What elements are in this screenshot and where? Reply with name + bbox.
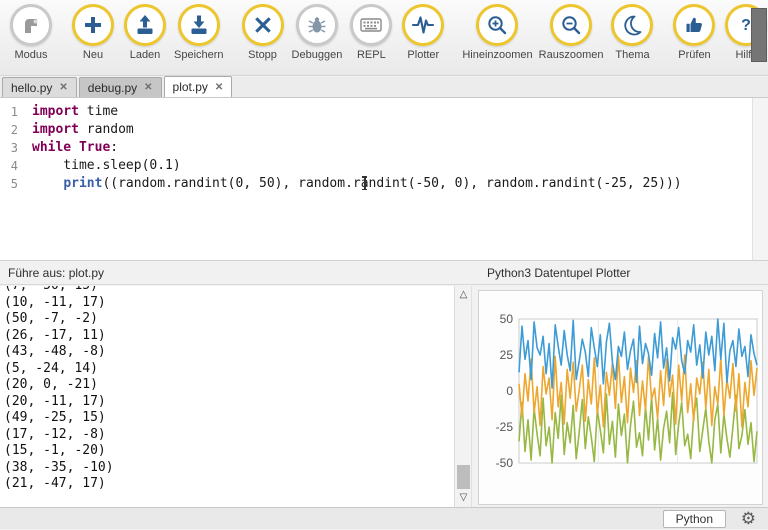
window-scrollbar-thumb[interactable]	[751, 8, 767, 62]
repl-button[interactable]: REPL	[345, 4, 397, 61]
plotter-icon	[402, 4, 444, 46]
svg-text:-50: -50	[496, 456, 514, 470]
mode-label: Modus	[14, 49, 47, 61]
tab-close-icon[interactable]: ✕	[215, 82, 223, 93]
save-file-button[interactable]: Speichern	[171, 4, 227, 61]
save-file-icon	[178, 4, 220, 46]
debug-button[interactable]: Debuggen	[289, 4, 346, 61]
zoom-in-button[interactable]: Hineinzoomen	[459, 4, 535, 61]
editor-line: 2import random	[0, 121, 752, 139]
output-line: (49, -25, 15)	[4, 410, 454, 427]
svg-text:0: 0	[506, 384, 513, 398]
output-line: (21, -47, 17)	[4, 476, 454, 493]
new-file-label: Neu	[83, 49, 103, 61]
open-file-button[interactable]: Laden	[119, 4, 171, 61]
editor-line: 1import time	[0, 103, 752, 121]
open-file-icon	[124, 4, 166, 46]
stop-label: Stopp	[248, 49, 277, 61]
interpreter-button[interactable]: Python	[663, 510, 726, 528]
line-number: 4	[0, 157, 32, 175]
editor-line: 4 time.sleep(0.1)	[0, 157, 752, 175]
shell-scrollbar[interactable]: △ ▽	[455, 286, 472, 507]
open-file-label: Laden	[130, 49, 161, 61]
editor-scrollbar[interactable]	[752, 98, 768, 260]
tab-plot-py[interactable]: plot.py ✕	[164, 76, 233, 97]
zoom-out-button[interactable]: Rauszoomen	[536, 4, 607, 61]
zoom-out-label: Rauszoomen	[539, 49, 604, 61]
repl-keyboard-icon	[350, 4, 392, 46]
debug-label: Debuggen	[292, 49, 343, 61]
theme-label: Thema	[615, 49, 649, 61]
line-number: 2	[0, 121, 32, 139]
scroll-down-icon[interactable]: ▽	[455, 491, 472, 505]
toolbar: Modus Neu Laden Speichern	[0, 0, 768, 76]
repl-label: REPL	[357, 49, 386, 61]
tab-label: plot.py	[173, 80, 208, 94]
output-line: (38, -35, -10)	[4, 460, 454, 477]
editor-line: 3while True:	[0, 139, 752, 157]
svg-text:25: 25	[500, 348, 514, 362]
check-button[interactable]: Prüfen	[668, 4, 720, 61]
editor-line: 5 print((random.randint(0, 50), random.r…	[0, 175, 752, 193]
output-line: (15, -1, -20)	[4, 443, 454, 460]
output-line: (26, -17, 11)	[4, 328, 454, 345]
line-number: 5	[0, 175, 32, 193]
theme-button[interactable]: Thema	[606, 4, 658, 61]
plotter-chart: 50 25 0 -25 -50	[479, 291, 762, 504]
plotter-label: Plotter	[407, 49, 439, 61]
svg-text:-25: -25	[496, 420, 514, 434]
svg-text:50: 50	[500, 312, 514, 326]
shell-header: Führe aus: plot.py	[8, 266, 104, 280]
output-line: (50, -7, -2)	[4, 311, 454, 328]
new-file-icon	[72, 4, 114, 46]
statusbar: Python ⚙	[0, 507, 768, 529]
shell-output[interactable]: (7, -50, 15)(10, -11, 17)(50, -7, -2)(26…	[0, 286, 455, 507]
line-number: 3	[0, 139, 32, 157]
tab-close-icon[interactable]: ✕	[59, 82, 67, 93]
output-line: (7, -50, 15)	[4, 286, 454, 295]
tab-debug-py[interactable]: debug.py ✕	[79, 77, 162, 97]
thumbs-up-icon	[673, 4, 715, 46]
theme-moon-icon	[611, 4, 653, 46]
zoom-in-label: Hineinzoomen	[462, 49, 532, 61]
output-line: (10, -11, 17)	[4, 295, 454, 312]
output-line: (20, -11, 17)	[4, 394, 454, 411]
stop-button[interactable]: Stopp	[237, 4, 289, 61]
tab-label: hello.py	[11, 81, 52, 95]
tab-close-icon[interactable]: ✕	[144, 82, 152, 93]
mode-icon	[10, 4, 52, 46]
new-file-button[interactable]: Neu	[67, 4, 119, 61]
line-number: 1	[0, 103, 32, 121]
output-line: (5, -24, 14)	[4, 361, 454, 378]
plotter-button[interactable]: Plotter	[397, 4, 449, 61]
editor-tabbar: hello.py ✕ debug.py ✕ plot.py ✕	[0, 77, 768, 98]
tab-label: debug.py	[88, 81, 137, 95]
code-editor[interactable]: 1import time2import random3while True:4 …	[0, 98, 752, 260]
mode-button[interactable]: Modus	[5, 4, 57, 61]
svg-text:?: ?	[742, 17, 752, 34]
settings-gear-icon[interactable]: ⚙	[741, 508, 756, 530]
zoom-in-icon	[476, 4, 518, 46]
stop-icon	[242, 4, 284, 46]
output-line: (17, -12, -8)	[4, 427, 454, 444]
debug-icon	[296, 4, 338, 46]
zoom-out-icon	[550, 4, 592, 46]
text-cursor-pointer	[360, 176, 369, 190]
scrollbar-thumb[interactable]	[457, 465, 470, 489]
output-line: (20, 0, -21)	[4, 377, 454, 394]
scroll-up-icon[interactable]: △	[455, 288, 472, 302]
output-line: (43, -48, -8)	[4, 344, 454, 361]
check-label: Prüfen	[678, 49, 710, 61]
bottom-panel-headers: Führe aus: plot.py Python3 Datentupel Pl…	[0, 260, 768, 285]
save-file-label: Speichern	[174, 49, 224, 61]
tab-hello-py[interactable]: hello.py ✕	[2, 77, 77, 97]
plotter-header: Python3 Datentupel Plotter	[487, 266, 630, 280]
plotter-panel: 50 25 0 -25 -50	[478, 290, 763, 505]
